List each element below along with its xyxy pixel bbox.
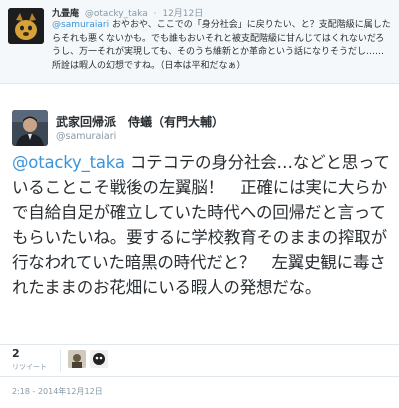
- reply-header: 九畳庵 @otacky_taka · 12月12日: [52, 6, 203, 19]
- reply-mention-link[interactable]: @samuraiari: [52, 20, 109, 30]
- author-handle[interactable]: @samuraiari: [56, 131, 116, 142]
- author-photo-avatar: [12, 110, 48, 146]
- tweet-mention-link[interactable]: @otacky_taka: [12, 153, 125, 172]
- stats-divider-top: [0, 344, 399, 345]
- retweeter-avatar-icon: [68, 350, 86, 368]
- retweeter-avatar[interactable]: [68, 350, 86, 368]
- retweeter-avatar-icon: [90, 350, 108, 368]
- retweeter-avatar[interactable]: [90, 350, 108, 368]
- tweet-body: コテコテの身分社会…などと思っていることこそ戦後の左翼脳！ 正確には実に大らかで…: [12, 153, 390, 297]
- retweet-label[interactable]: リツイート: [12, 362, 47, 372]
- tweet-text: @otacky_taka コテコテの身分社会…などと思っていることこそ戦後の左翼…: [12, 150, 390, 300]
- tweet-timestamp[interactable]: 2:18 - 2014年12月12日: [12, 386, 103, 397]
- author-name[interactable]: 武家回帰派 侍蟻（有門大輔）: [56, 113, 224, 130]
- reply-date[interactable]: 12月12日: [162, 9, 203, 19]
- dog-avatar-icon: [8, 8, 44, 44]
- reply-separator: ·: [153, 9, 157, 19]
- reply-author-avatar[interactable]: [8, 8, 44, 44]
- stat-separator: [60, 350, 61, 372]
- author-avatar[interactable]: [12, 110, 48, 146]
- retweet-count[interactable]: 2: [12, 347, 20, 360]
- reply-author-handle[interactable]: @otacky_taka: [85, 9, 148, 19]
- in-reply-to-tweet[interactable]: 九畳庵 @otacky_taka · 12月12日 @samuraiari おや…: [0, 0, 399, 84]
- reply-text: @samuraiari おやおや、ここでの「身分社会」に戻りたい、と？支配階級に…: [52, 19, 392, 73]
- reply-author-name[interactable]: 九畳庵: [52, 9, 79, 19]
- stats-divider-bottom: [0, 376, 399, 377]
